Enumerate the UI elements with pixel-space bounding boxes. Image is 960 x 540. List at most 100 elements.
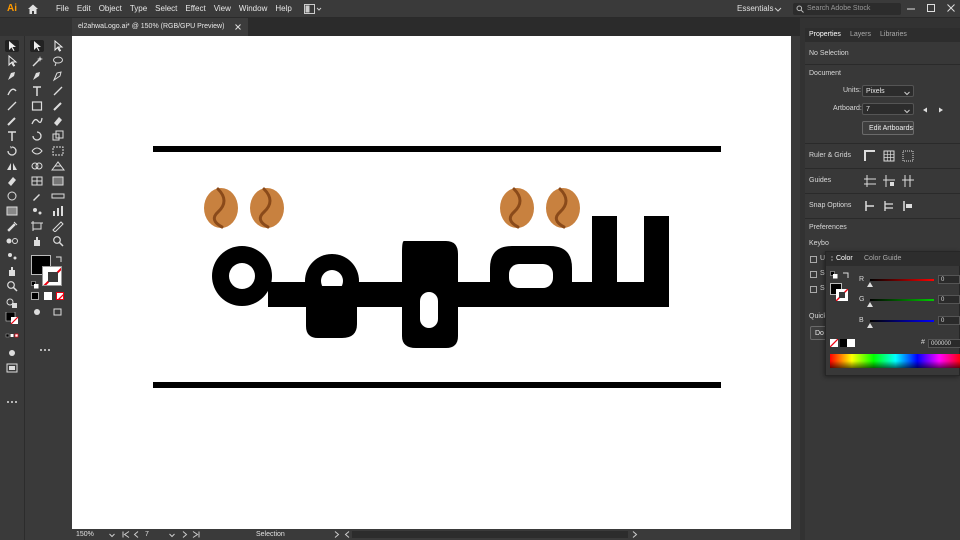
home-icon[interactable]: [26, 2, 40, 16]
top-rule[interactable]: [153, 146, 721, 152]
type-tool-icon[interactable]: [30, 85, 44, 97]
shaper-tool-icon[interactable]: [30, 115, 44, 127]
chevron-left-icon[interactable]: [344, 531, 350, 538]
tab-color[interactable]: Color: [836, 252, 853, 266]
menu-file[interactable]: File: [56, 0, 69, 18]
direct-selection-tool-icon[interactable]: [51, 39, 65, 52]
b-slider-thumb[interactable]: [867, 323, 873, 328]
snap-to-point-icon[interactable]: [863, 199, 877, 213]
workspace-switcher[interactable]: Essentials: [737, 0, 773, 18]
mesh-tool-icon[interactable]: [30, 175, 44, 187]
menu-effect[interactable]: Effect: [185, 0, 205, 18]
canvas-area[interactable]: [72, 36, 800, 529]
pen-tool-icon[interactable]: [30, 70, 44, 82]
document-tab[interactable]: el2ahwaLogo.ai* @ 150% (RGB/GPU Preview): [72, 18, 248, 36]
logo-artwork[interactable]: [72, 36, 791, 529]
gradient-tool-icon[interactable]: [5, 205, 19, 217]
color-spectrum[interactable]: [830, 354, 960, 368]
eraser-tool-icon[interactable]: [5, 175, 19, 187]
tab-properties[interactable]: Properties: [809, 28, 841, 42]
close-icon[interactable]: [944, 1, 958, 15]
gradient-button[interactable]: [44, 292, 52, 300]
swap-fill-stroke-icon[interactable]: [55, 255, 63, 263]
default-colors-icon[interactable]: [31, 281, 39, 289]
rectangle-tool-icon[interactable]: [30, 100, 44, 112]
reflect-tool-icon[interactable]: [5, 160, 19, 172]
eraser-tool-icon[interactable]: [51, 115, 65, 127]
menu-view[interactable]: View: [214, 0, 231, 18]
first-artboard-icon[interactable]: [122, 531, 130, 538]
draw-normal-icon[interactable]: [30, 306, 44, 318]
last-artboard-icon[interactable]: [192, 531, 200, 538]
menu-type[interactable]: Type: [130, 0, 147, 18]
chevron-right-icon[interactable]: [632, 531, 638, 538]
checkbox[interactable]: [810, 271, 817, 278]
g-slider-thumb[interactable]: [867, 302, 873, 307]
curvature-tool-icon[interactable]: [51, 70, 65, 82]
checkbox[interactable]: [810, 286, 817, 293]
tab-layers[interactable]: Layers: [850, 28, 871, 42]
r-slider[interactable]: [870, 279, 934, 281]
bottom-rule[interactable]: [153, 382, 721, 388]
checkbox[interactable]: [810, 256, 817, 263]
eyedropper-tool-icon[interactable]: [5, 220, 19, 232]
lasso-tool-icon[interactable]: [51, 55, 65, 67]
scale-tool-icon[interactable]: [51, 130, 65, 142]
paintbrush-tool-icon[interactable]: [51, 100, 65, 112]
next-artboard-icon[interactable]: [938, 106, 944, 113]
snap-to-grid-icon[interactable]: [882, 199, 896, 213]
stroke-color-swatch[interactable]: [836, 289, 848, 301]
chevron-down-icon[interactable]: [774, 5, 782, 13]
white-swatch[interactable]: [847, 339, 855, 347]
eyedropper-tool-icon[interactable]: [30, 190, 44, 202]
b-slider[interactable]: [870, 320, 934, 322]
drawing-mode-icon[interactable]: [5, 347, 19, 359]
snap-to-pixel-icon[interactable]: [901, 199, 915, 213]
swap-fill-stroke-icon[interactable]: [842, 271, 850, 279]
color-mode-icon[interactable]: [5, 331, 19, 343]
symbol-sprayer-tool-icon[interactable]: [5, 250, 19, 262]
previous-artboard-icon[interactable]: [133, 531, 139, 538]
zoom-tool-icon[interactable]: [51, 235, 65, 247]
gradient-tool-icon[interactable]: [51, 175, 65, 187]
draw-behind-icon[interactable]: [51, 306, 65, 318]
horizontal-scrollbar[interactable]: [352, 531, 628, 538]
previous-artboard-icon[interactable]: [922, 106, 928, 113]
ruler-icon[interactable]: [863, 149, 877, 163]
paintbrush-tool-icon[interactable]: [5, 115, 19, 127]
fill-stroke-toggle-icon[interactable]: [5, 297, 19, 309]
curvature-tool-icon[interactable]: [5, 85, 19, 97]
blend-tool-icon[interactable]: [5, 235, 19, 247]
selection-tool-icon[interactable]: [5, 40, 19, 52]
pen-tool-icon[interactable]: [5, 70, 19, 82]
chevron-down-icon[interactable]: [169, 531, 175, 538]
next-artboard-icon[interactable]: [182, 531, 188, 538]
arabic-logotype[interactable]: [212, 216, 669, 348]
g-slider[interactable]: [870, 299, 934, 301]
screen-mode-icon[interactable]: [5, 362, 19, 374]
r-slider-thumb[interactable]: [867, 282, 873, 287]
maximize-icon[interactable]: [924, 1, 938, 15]
direct-selection-tool-icon[interactable]: [5, 54, 19, 67]
menu-edit[interactable]: Edit: [77, 0, 91, 18]
none-button[interactable]: [56, 292, 64, 300]
arrange-documents-icon[interactable]: [304, 4, 322, 14]
artboard[interactable]: [72, 36, 791, 529]
hex-input[interactable]: 000000: [928, 339, 960, 348]
stock-search-input[interactable]: Search Adobe Stock: [793, 3, 901, 15]
close-icon[interactable]: [234, 23, 242, 31]
g-value-input[interactable]: 0: [938, 295, 960, 304]
hand-tool-icon[interactable]: [5, 265, 19, 277]
units-select[interactable]: Pixels: [862, 85, 914, 97]
more-tools-icon[interactable]: [38, 344, 52, 356]
default-colors-icon[interactable]: [830, 271, 838, 279]
line-tool-icon[interactable]: [5, 100, 19, 112]
none-swatch[interactable]: [830, 339, 838, 347]
width-tool-icon[interactable]: [30, 145, 44, 157]
rotate-tool-icon[interactable]: [5, 145, 19, 157]
edit-artboards-button[interactable]: Edit Artboards: [862, 121, 914, 135]
tab-color-guide[interactable]: Color Guide: [864, 252, 901, 266]
smart-guides-icon[interactable]: [901, 174, 915, 188]
slice-tool-icon[interactable]: [51, 220, 65, 233]
coffee-bean-4[interactable]: [546, 187, 580, 229]
